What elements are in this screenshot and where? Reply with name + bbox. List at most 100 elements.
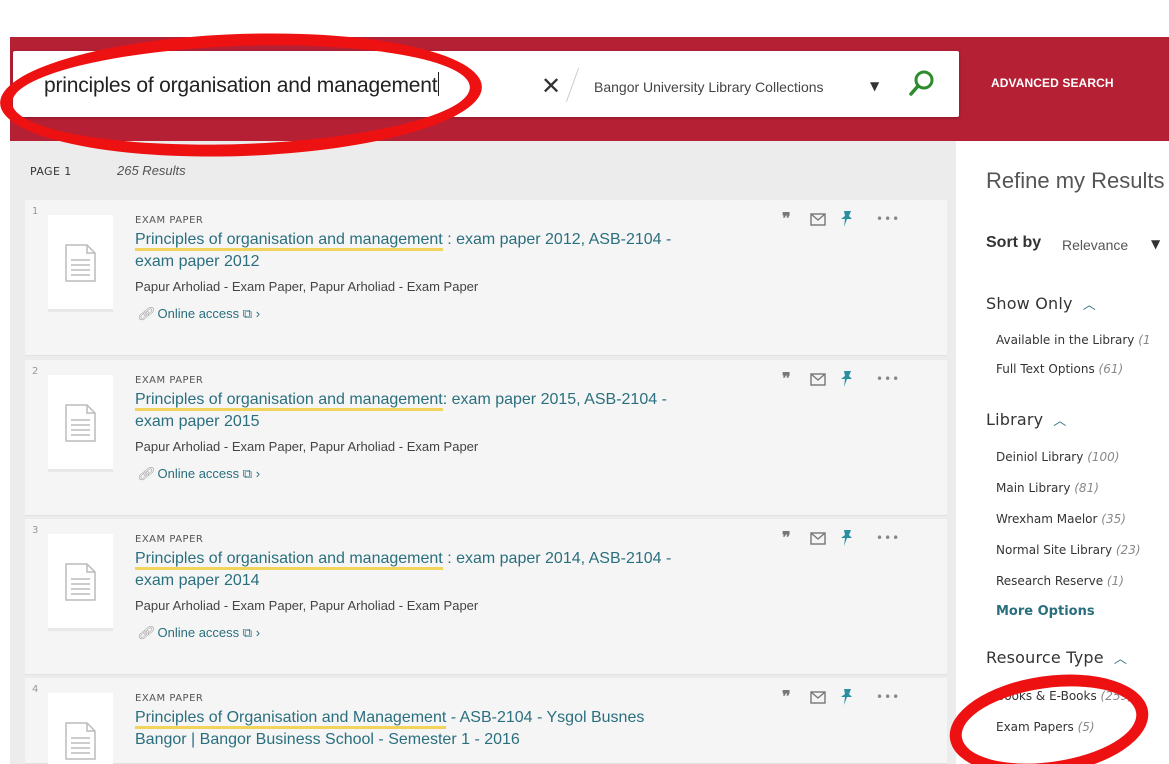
facet-item[interactable]: Research Reserve (1) xyxy=(996,574,1124,588)
email-icon[interactable] xyxy=(810,531,826,551)
result-card[interactable]: 3 EXAM PAPER Principles of organisation … xyxy=(25,519,947,675)
facet-item[interactable]: Available in the Library (1 xyxy=(996,333,1151,347)
result-card[interactable]: 2 EXAM PAPER Principles of organisation … xyxy=(25,360,947,516)
search-icon[interactable] xyxy=(907,68,937,98)
email-icon[interactable] xyxy=(810,690,826,710)
document-icon xyxy=(65,563,96,601)
facet-item[interactable]: Normal Site Library (23) xyxy=(996,543,1141,557)
facet-item-count: (35) xyxy=(1101,512,1126,526)
document-icon xyxy=(65,244,96,282)
primo-search-results-page: principles of organisation and managemen… xyxy=(0,0,1169,764)
sort-label: Sort by xyxy=(986,234,1042,251)
result-actions: ❞ ••• xyxy=(782,369,942,391)
citation-icon[interactable]: ❞ xyxy=(782,687,791,707)
more-actions-icon[interactable]: ••• xyxy=(876,369,900,389)
pin-icon[interactable] xyxy=(840,688,854,712)
resource-type-label: EXAM PAPER xyxy=(135,693,204,704)
result-actions: ❞ ••• xyxy=(782,209,942,231)
chevron-up-icon: ︿ xyxy=(1113,652,1128,667)
facet-item-count: (100) xyxy=(1087,450,1120,464)
more-options-link[interactable]: More Options xyxy=(996,604,1095,619)
result-card[interactable]: 4 EXAM PAPER Principles of Organisation … xyxy=(25,678,947,764)
citation-icon[interactable]: ❞ xyxy=(782,369,791,389)
result-card[interactable]: 1 EXAM PAPER Principles of organisation … xyxy=(25,200,947,356)
chevron-up-icon: ︿ xyxy=(1053,414,1067,429)
facet-heading-label: Resource Type xyxy=(986,648,1104,667)
close-icon[interactable]: ✕ xyxy=(541,74,561,98)
document-thumbnail[interactable] xyxy=(48,215,113,312)
external-link-icon: ⧉ › xyxy=(242,625,261,640)
result-number: 4 xyxy=(32,684,39,695)
facet-item[interactable]: Deiniol Library (100) xyxy=(996,450,1119,464)
more-actions-icon[interactable]: ••• xyxy=(876,528,900,548)
online-access-label: Online access xyxy=(157,466,240,481)
online-access-link[interactable]: 🔗︎ Online access ⧉ › xyxy=(137,306,260,322)
document-thumbnail[interactable] xyxy=(48,693,113,764)
result-author: Papur Arholiad - Exam Paper, Papur Arhol… xyxy=(135,598,479,613)
facet-item[interactable]: Books & E-Books (259) xyxy=(996,689,1133,703)
facet-item-count: (61) xyxy=(1098,362,1124,376)
more-actions-icon[interactable]: ••• xyxy=(876,687,900,707)
citation-icon[interactable]: ❞ xyxy=(782,209,791,229)
caret-down-icon[interactable]: ▼ xyxy=(870,79,879,93)
search-scope-select[interactable]: Bangor University Library Collections xyxy=(594,79,824,95)
external-link-icon: ⧉ › xyxy=(242,466,261,481)
document-thumbnail[interactable] xyxy=(48,534,113,631)
query-highlight: Principles of organisation and managemen… xyxy=(135,550,443,570)
refine-title: Refine my Results xyxy=(986,168,1165,193)
facet-heading-resource-type[interactable]: Resource Type ︿ xyxy=(986,648,1127,667)
resource-type-label: EXAM PAPER xyxy=(135,215,204,226)
facet-item-label: Wrexham Maelor xyxy=(996,512,1098,526)
facet-item[interactable]: Exam Papers (5) xyxy=(996,720,1095,734)
result-actions: ❞ ••• xyxy=(782,687,942,709)
facet-item-label: Deiniol Library xyxy=(996,450,1084,464)
search-query-text: principles of organisation and managemen… xyxy=(44,74,438,97)
pin-icon[interactable] xyxy=(840,210,854,234)
facet-item[interactable]: Full Text Options (61) xyxy=(996,362,1123,376)
more-actions-icon[interactable]: ••• xyxy=(876,209,900,229)
online-access-link[interactable]: 🔗︎ Online access ⧉ › xyxy=(137,466,260,482)
facet-item[interactable]: Main Library (81) xyxy=(996,481,1099,495)
query-highlight: Principles of Organisation and Managemen… xyxy=(135,709,447,729)
facet-heading-library[interactable]: Library ︿ xyxy=(986,410,1067,429)
facet-item-count: (5) xyxy=(1077,720,1095,734)
online-access-link[interactable]: 🔗︎ Online access ⧉ › xyxy=(137,625,260,641)
result-number: 3 xyxy=(32,525,39,536)
result-actions: ❞ ••• xyxy=(782,528,942,550)
facet-heading-show-only[interactable]: Show Only ︿ xyxy=(986,294,1096,313)
search-input[interactable]: principles of organisation and managemen… xyxy=(44,72,440,98)
caret-down-icon[interactable]: ▼ xyxy=(1151,237,1160,251)
facet-heading-label: Library xyxy=(986,410,1044,429)
facet-heading-label: Show Only xyxy=(986,294,1073,313)
document-thumbnail[interactable] xyxy=(48,375,113,472)
result-title-link[interactable]: Principles of organisation and managemen… xyxy=(135,389,695,433)
chevron-up-icon: ︿ xyxy=(1082,298,1096,313)
facet-item-count: (1 xyxy=(1138,333,1151,347)
citation-icon[interactable]: ❞ xyxy=(782,528,791,548)
online-access-label: Online access xyxy=(157,306,240,321)
page-label: PAGE 1 xyxy=(30,165,72,178)
facet-item-label: Normal Site Library xyxy=(996,543,1113,557)
email-icon[interactable] xyxy=(810,372,826,392)
document-icon xyxy=(65,722,96,760)
pin-icon[interactable] xyxy=(840,529,854,553)
result-title-link[interactable]: Principles of Organisation and Managemen… xyxy=(135,707,695,751)
text-cursor xyxy=(438,72,440,96)
pin-icon[interactable] xyxy=(840,370,854,394)
facet-item-count: (81) xyxy=(1074,481,1099,495)
advanced-search-link[interactable]: ADVANCED SEARCH xyxy=(991,76,1114,90)
facet-item-label: Books & E-Books xyxy=(996,689,1097,703)
result-count: 265 Results xyxy=(117,163,186,178)
result-title-link[interactable]: Principles of organisation and managemen… xyxy=(135,229,695,273)
result-title-link[interactable]: Principles of organisation and managemen… xyxy=(135,548,695,592)
external-link-icon: ⧉ › xyxy=(242,306,261,321)
facet-item[interactable]: Wrexham Maelor (35) xyxy=(996,512,1126,526)
facet-item-count: (23) xyxy=(1115,543,1141,557)
facet-item-count: (259) xyxy=(1100,689,1133,703)
facet-item-label: Research Reserve xyxy=(996,574,1104,588)
resource-type-label: EXAM PAPER xyxy=(135,375,204,386)
email-icon[interactable] xyxy=(810,212,826,232)
result-author: Papur Arholiad - Exam Paper, Papur Arhol… xyxy=(135,439,479,454)
sort-select[interactable]: Relevance xyxy=(1062,237,1128,253)
facet-item-label: Exam Papers xyxy=(996,720,1074,734)
